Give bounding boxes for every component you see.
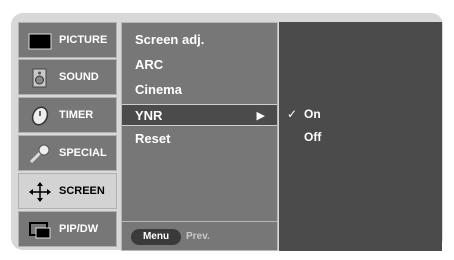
key-icon [28, 144, 52, 164]
options-panel: ✓ On Off [279, 22, 442, 251]
sidebar: PICTURE SOUND TIMER SPECIAL SCREEN PIP/D… [18, 22, 119, 248]
clock-icon [28, 106, 52, 126]
tv-icon [28, 31, 52, 51]
speaker-icon [28, 68, 52, 88]
pip-icon [28, 220, 52, 240]
sidebar-item-label: SCREEN [59, 185, 105, 197]
menu-item-label: ARC [135, 57, 164, 72]
menu-item-label: Reset [135, 131, 171, 146]
sidebar-item-pip-dw[interactable]: PIP/DW [18, 211, 117, 247]
sidebar-item-screen[interactable]: SCREEN [18, 173, 117, 209]
menu-item-label: YNR [135, 108, 163, 123]
menu-item-label: Screen adj. [135, 32, 205, 47]
move-arrows-icon [28, 182, 52, 202]
prev-label: Prev. [186, 231, 210, 242]
menu-item-ynr[interactable]: YNR ▶ [122, 104, 277, 126]
menu-item-label: Cinema [135, 82, 182, 97]
menu-item-arc[interactable]: ARC [122, 54, 277, 76]
option-label: On [304, 107, 321, 121]
menu-item-screen-adj[interactable]: Screen adj. [122, 29, 277, 51]
menu-footer: Menu Prev. [122, 221, 277, 250]
sidebar-item-timer[interactable]: TIMER [18, 97, 117, 133]
arrow-right-icon: ▶ [256, 110, 265, 122]
submenu-panel: Screen adj. ARC Cinema YNR ▶ Reset Menu … [121, 22, 278, 251]
sidebar-item-special[interactable]: SPECIAL [18, 135, 117, 171]
sidebar-item-label: SOUND [59, 71, 99, 83]
option-off[interactable]: Off [279, 126, 442, 148]
option-label: Off [304, 130, 322, 144]
sidebar-item-label: PICTURE [59, 34, 108, 46]
sidebar-item-label: TIMER [59, 109, 94, 121]
sidebar-item-picture[interactable]: PICTURE [18, 22, 117, 58]
checkmark-icon: ✓ [287, 107, 298, 121]
sidebar-item-label: SPECIAL [59, 147, 107, 159]
sidebar-item-label: PIP/DW [59, 223, 99, 235]
menu-item-reset[interactable]: Reset [122, 128, 277, 150]
menu-button[interactable]: Menu [131, 229, 181, 245]
menu-item-cinema[interactable]: Cinema [122, 79, 277, 101]
sidebar-item-sound[interactable]: SOUND [18, 59, 117, 95]
option-on[interactable]: ✓ On [279, 103, 442, 125]
